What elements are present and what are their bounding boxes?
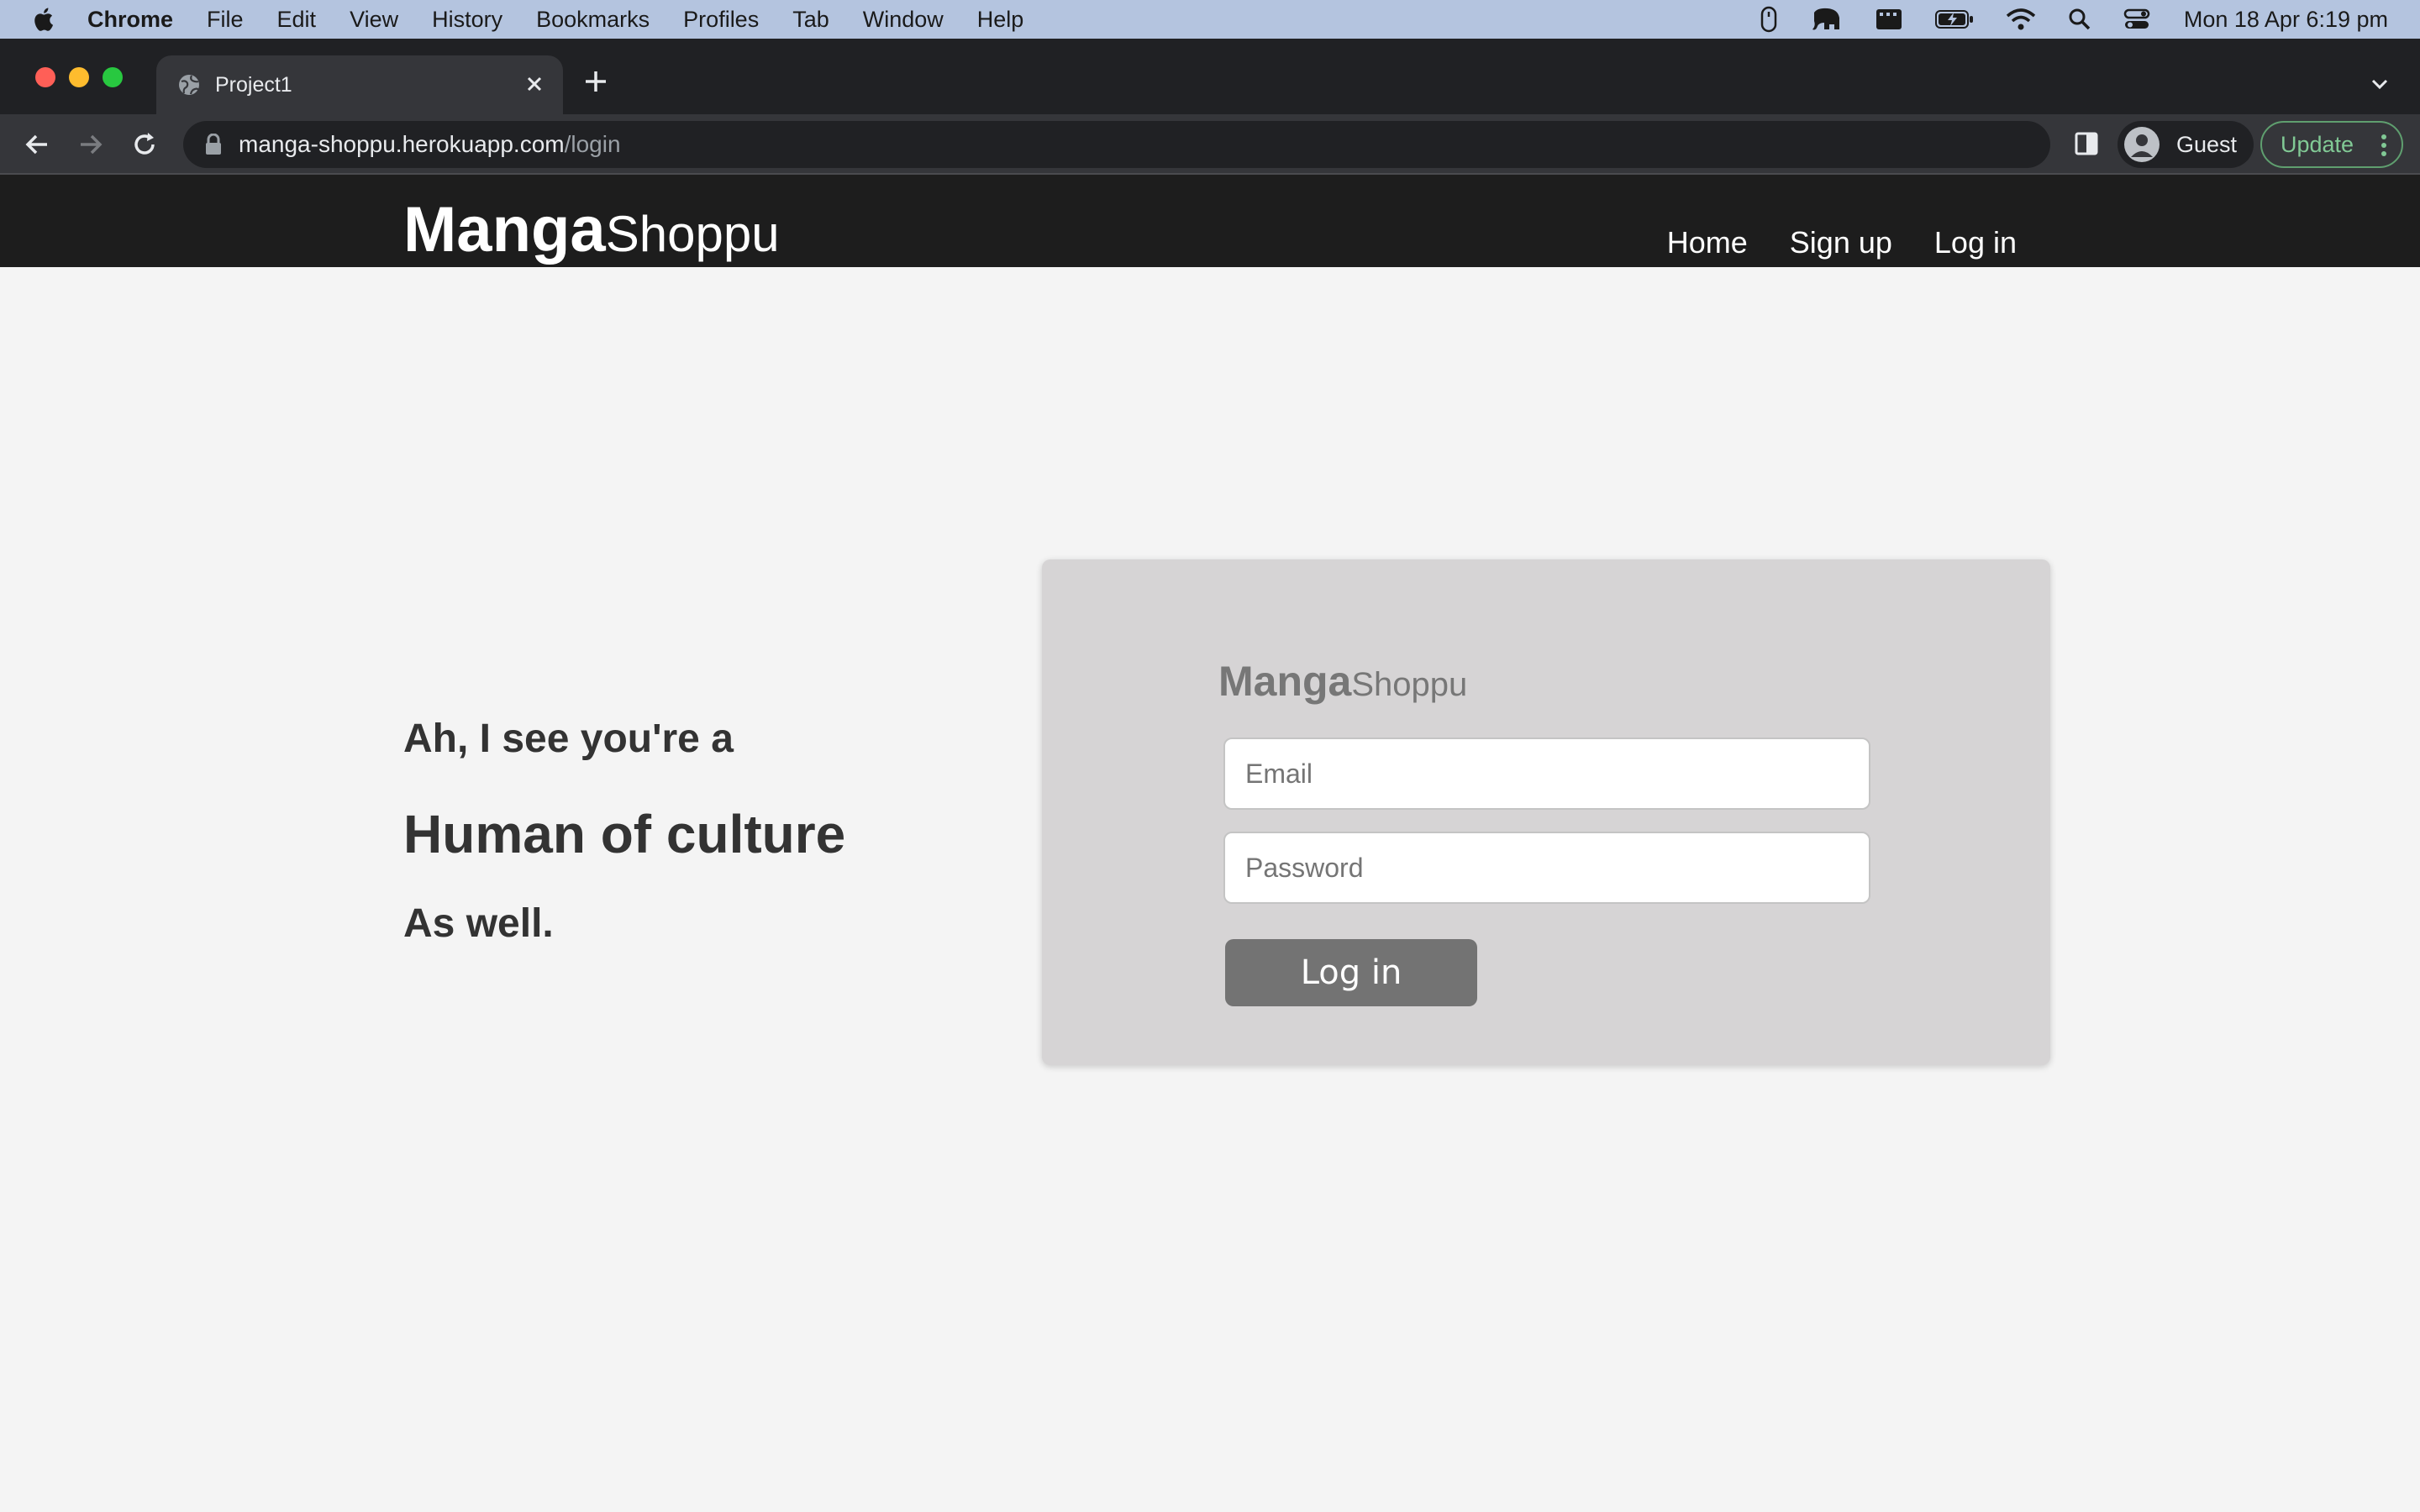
macos-menu-bar: Chrome File Edit View History Bookmarks … xyxy=(0,0,2420,39)
menubar-clock[interactable]: Mon 18 Apr 6:19 pm xyxy=(2184,7,2388,33)
login-card: MangaShoppu Log in xyxy=(1042,559,2050,1065)
url-path: /login xyxy=(564,131,621,157)
nav-signup-link[interactable]: Sign up xyxy=(1790,225,1892,260)
nav-home-link[interactable]: Home xyxy=(1667,225,1748,260)
site-logo-light: Shoppu xyxy=(605,206,780,262)
menu-tab[interactable]: Tab xyxy=(792,7,829,33)
menu-help[interactable]: Help xyxy=(977,7,1024,33)
login-card-logo: MangaShoppu xyxy=(1218,657,1467,706)
menu-bookmarks[interactable]: Bookmarks xyxy=(536,7,650,33)
tab-close-icon[interactable] xyxy=(523,72,546,96)
hero-line-1: Ah, I see you're a xyxy=(403,717,734,761)
login-logo-light: Shoppu xyxy=(1351,666,1468,703)
wifi-icon[interactable] xyxy=(2006,8,2036,31)
elephant-app-icon[interactable] xyxy=(1809,6,1843,33)
battery-icon[interactable] xyxy=(1934,9,1974,29)
globe-icon xyxy=(179,75,199,95)
hero-line-2: Human of culture xyxy=(403,804,846,864)
reload-icon[interactable] xyxy=(129,129,160,160)
lock-icon[interactable] xyxy=(205,134,222,155)
browser-tab-active[interactable]: Project1 xyxy=(156,55,563,114)
new-tab-icon[interactable] xyxy=(581,67,610,96)
clapper-app-icon[interactable] xyxy=(1875,8,1903,31)
password-field[interactable] xyxy=(1223,832,1870,904)
email-field[interactable] xyxy=(1223,738,1870,810)
side-panel-icon[interactable] xyxy=(2074,131,2099,156)
menu-view[interactable]: View xyxy=(350,7,398,33)
url-host: manga-shoppu.herokuapp.com xyxy=(239,131,565,157)
menu-history[interactable]: History xyxy=(432,7,502,33)
window-minimize-button[interactable] xyxy=(69,67,89,87)
site-logo[interactable]: MangaShoppu xyxy=(403,193,780,266)
tab-title: Project1 xyxy=(215,72,292,97)
browser-toolbar: manga-shoppu.herokuapp.com/login Guest U… xyxy=(0,114,2420,175)
more-vertical-icon[interactable] xyxy=(2380,133,2388,158)
apple-logo-icon[interactable] xyxy=(30,5,59,34)
chrome-update-button[interactable]: Update xyxy=(2260,121,2403,168)
window-close-button[interactable] xyxy=(35,67,55,87)
menu-edit[interactable]: Edit xyxy=(277,7,317,33)
login-logo-bold: Manga xyxy=(1218,658,1352,705)
forward-arrow-icon[interactable] xyxy=(76,129,106,160)
spotlight-search-icon[interactable] xyxy=(2068,8,2091,31)
update-label: Update xyxy=(2281,131,2354,157)
hero-line-3: As well. xyxy=(403,901,554,946)
profile-button[interactable]: Guest xyxy=(2118,121,2254,168)
profile-label: Guest xyxy=(2176,131,2238,157)
menu-chrome[interactable]: Chrome xyxy=(87,7,173,33)
menu-file[interactable]: File xyxy=(207,7,244,33)
address-bar[interactable]: manga-shoppu.herokuapp.com/login xyxy=(183,121,2050,168)
guest-avatar-icon xyxy=(2124,127,2160,162)
menu-profiles[interactable]: Profiles xyxy=(683,7,759,33)
site-header: MangaShoppu Home Sign up Log in xyxy=(0,175,2420,267)
menu-window[interactable]: Window xyxy=(863,7,944,33)
mouse-status-icon[interactable] xyxy=(1760,6,1777,33)
login-submit-button[interactable]: Log in xyxy=(1225,939,1477,1006)
window-zoom-button[interactable] xyxy=(103,67,123,87)
control-center-icon[interactable] xyxy=(2123,8,2150,31)
back-arrow-icon[interactable] xyxy=(22,129,52,160)
site-nav: Home Sign up Log in xyxy=(1625,225,2017,260)
site-logo-bold: Manga xyxy=(403,194,606,265)
nav-login-link[interactable]: Log in xyxy=(1934,225,2017,260)
tab-search-chevron-icon[interactable] xyxy=(2368,72,2391,96)
